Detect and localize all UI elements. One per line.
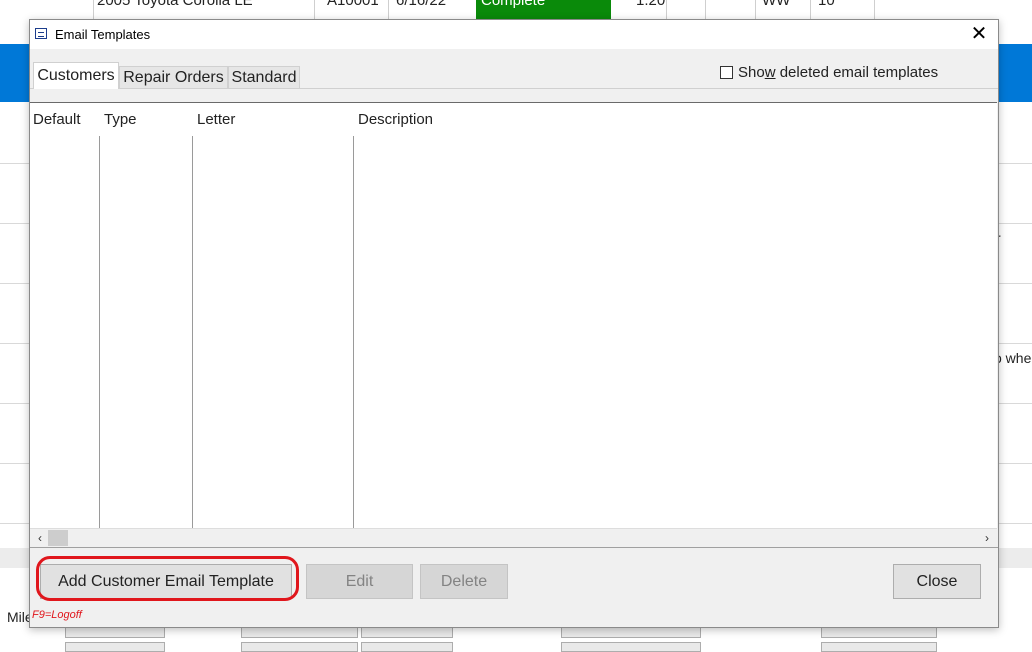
edit-button[interactable]: Edit bbox=[306, 564, 413, 599]
bg-ro-cell: A10001 bbox=[327, 0, 379, 9]
bg-date-cell: 6/16/22 bbox=[396, 0, 447, 9]
bg-header-bar bbox=[0, 44, 30, 102]
bg-vehicle-cell: 2005 Toyota Corolla LE bbox=[97, 0, 253, 9]
bg-divider bbox=[705, 0, 706, 20]
bg-button bbox=[561, 642, 701, 652]
delete-button[interactable]: Delete bbox=[420, 564, 508, 599]
scroll-left-icon[interactable]: ‹ bbox=[32, 529, 48, 547]
bg-divider bbox=[388, 0, 389, 20]
tab-repair-orders[interactable]: Repair Orders bbox=[119, 66, 228, 88]
close-button[interactable]: Close bbox=[893, 564, 981, 599]
bg-divider bbox=[314, 0, 315, 20]
bg-divider bbox=[755, 0, 756, 20]
bg-status-cell: Complete bbox=[481, 0, 546, 9]
bg-divider bbox=[666, 0, 667, 20]
column-divider bbox=[99, 136, 100, 528]
scroll-thumb[interactable] bbox=[48, 530, 68, 546]
bg-button bbox=[821, 642, 937, 652]
column-header-description[interactable]: Description bbox=[358, 111, 433, 128]
bg-button bbox=[241, 642, 358, 652]
close-icon[interactable]: ✕ bbox=[968, 23, 990, 45]
dialog-titlebar[interactable]: Email Templates ✕ bbox=[30, 20, 998, 49]
show-deleted-label[interactable]: Show deleted email templates bbox=[738, 64, 938, 81]
window-icon bbox=[35, 28, 47, 39]
bg-count-cell: 10 bbox=[818, 0, 835, 9]
bg-divider bbox=[874, 0, 875, 20]
show-deleted-checkbox[interactable] bbox=[720, 66, 733, 79]
bg-divider bbox=[93, 0, 94, 20]
bg-hours-cell: 1.20 bbox=[636, 0, 666, 9]
column-divider bbox=[353, 136, 354, 528]
dialog-title: Email Templates bbox=[55, 27, 151, 42]
button-area-divider bbox=[30, 547, 998, 548]
add-customer-email-template-button[interactable]: Add Customer Email Template bbox=[40, 564, 292, 599]
tab-customers[interactable]: Customers bbox=[33, 62, 119, 89]
tab-standard[interactable]: Standard bbox=[228, 66, 300, 88]
bg-text-fragment: o whe bbox=[994, 350, 1032, 366]
column-header-letter[interactable]: Letter bbox=[197, 111, 235, 128]
bg-tech-cell: WW bbox=[762, 0, 791, 9]
column-header-type[interactable]: Type bbox=[104, 111, 137, 128]
logoff-hint: F9=Logoff bbox=[32, 609, 82, 621]
tab-panel-border bbox=[30, 88, 998, 89]
templates-table[interactable]: Default Type Letter Description bbox=[30, 102, 997, 548]
horizontal-scrollbar[interactable]: ‹ › bbox=[30, 528, 997, 547]
bg-button bbox=[361, 642, 453, 652]
bg-header-bar bbox=[998, 44, 1032, 102]
email-templates-dialog: Email Templates ✕ Customers Repair Order… bbox=[29, 19, 999, 628]
bg-button bbox=[65, 642, 165, 652]
bg-divider bbox=[810, 0, 811, 20]
background-row: 2005 Toyota Corolla LE A10001 6/16/22 Co… bbox=[0, 0, 1032, 20]
scroll-right-icon[interactable]: › bbox=[979, 529, 995, 547]
column-header-default[interactable]: Default bbox=[33, 111, 81, 128]
column-divider bbox=[192, 136, 193, 528]
